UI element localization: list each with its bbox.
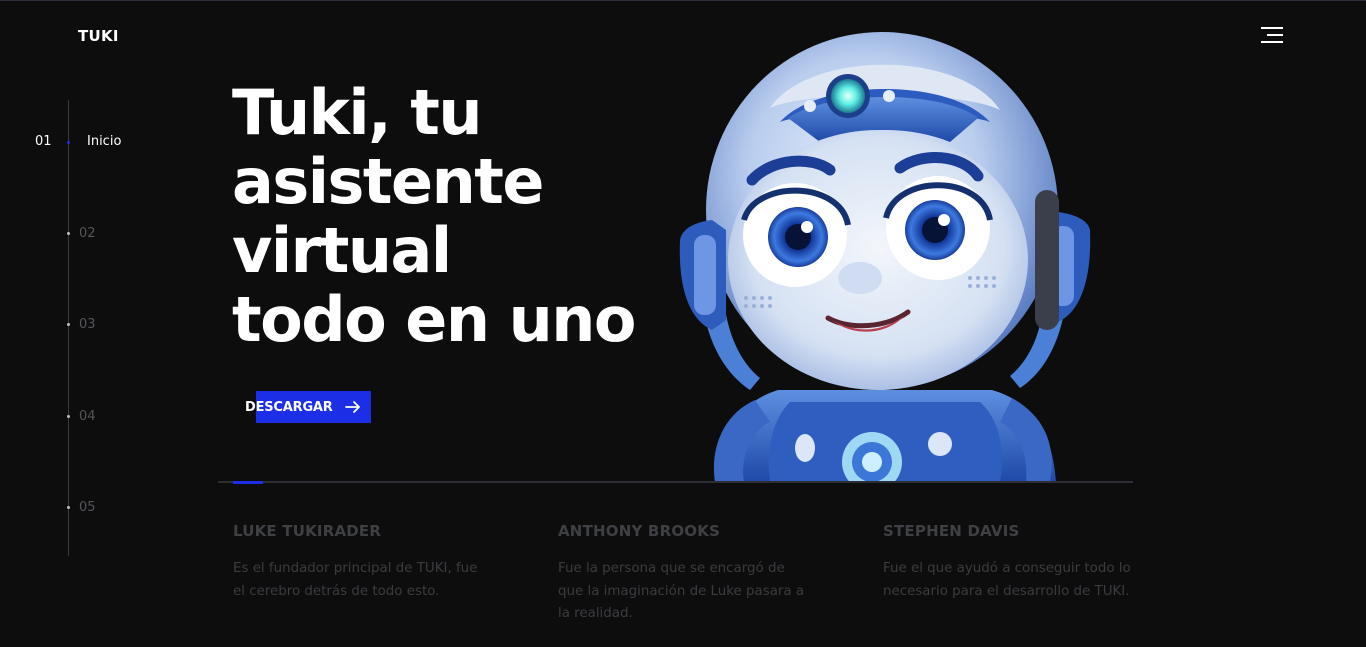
team-member-name: STEPHEN DAVIS bbox=[883, 522, 1020, 540]
logo[interactable]: TUKI bbox=[78, 27, 119, 45]
team-member-description: Fue la persona que se encargó de que la … bbox=[558, 561, 805, 621]
top-border bbox=[0, 0, 1366, 1]
hero-title: Tuki, tu asistente virtual todo en uno bbox=[232, 78, 672, 354]
sidebar-item-label[interactable]: Inicio bbox=[87, 134, 121, 149]
sidebar-item-05[interactable]: 05 bbox=[79, 500, 96, 515]
hero-title-line: todo en uno bbox=[232, 283, 636, 356]
team-member-card: ANTHONY BROOKS Fue la persona que se enc… bbox=[558, 522, 808, 626]
team-member-name: ANTHONY BROOKS bbox=[558, 522, 721, 540]
sidebar-item-number: 05 bbox=[79, 500, 96, 515]
sidebar-item-number: 01 bbox=[35, 134, 52, 149]
sidebar-item-04[interactable]: 04 bbox=[79, 409, 96, 424]
team-member-description: Fue el que ayudó a conseguir todo lo nec… bbox=[883, 561, 1131, 599]
sidebar-dot bbox=[67, 323, 70, 326]
sidebar-dot bbox=[67, 415, 70, 418]
hamburger-menu-icon[interactable] bbox=[1259, 26, 1285, 46]
team-member-name: LUKE TUKIRADER bbox=[233, 522, 382, 540]
sidebar-item-01[interactable]: 01 bbox=[35, 134, 52, 149]
sidebar-dot bbox=[67, 232, 70, 235]
sidebar-dot bbox=[67, 506, 70, 509]
sidebar-item-number: 04 bbox=[79, 409, 96, 424]
hero-title-line: Tuki, tu bbox=[232, 76, 483, 149]
download-button[interactable]: DESCARGAR bbox=[245, 391, 371, 423]
team-member-card: LUKE TUKIRADER Es el fundador principal … bbox=[233, 522, 483, 603]
sidebar-item-02[interactable]: 02 bbox=[79, 226, 96, 241]
hero-title-line: asistente bbox=[232, 145, 544, 218]
sidebar-item-03[interactable]: 03 bbox=[79, 317, 96, 332]
sidebar-item-number: 02 bbox=[79, 226, 96, 241]
hero-title-line: virtual bbox=[232, 214, 452, 287]
robot-illustration bbox=[679, 32, 1091, 482]
sidebar-item-number: 03 bbox=[79, 317, 96, 332]
sidebar-track bbox=[68, 100, 69, 556]
slide-progress-indicator bbox=[233, 481, 263, 484]
team-member-description: Es el fundador principal de TUKI, fue el… bbox=[233, 561, 478, 599]
section-divider bbox=[218, 481, 1133, 483]
download-button-label: DESCARGAR bbox=[245, 400, 333, 415]
team-member-card: STEPHEN DAVIS Fue el que ayudó a consegu… bbox=[883, 522, 1133, 603]
arrow-right-icon bbox=[345, 401, 360, 413]
sidebar-active-dot bbox=[67, 141, 70, 144]
